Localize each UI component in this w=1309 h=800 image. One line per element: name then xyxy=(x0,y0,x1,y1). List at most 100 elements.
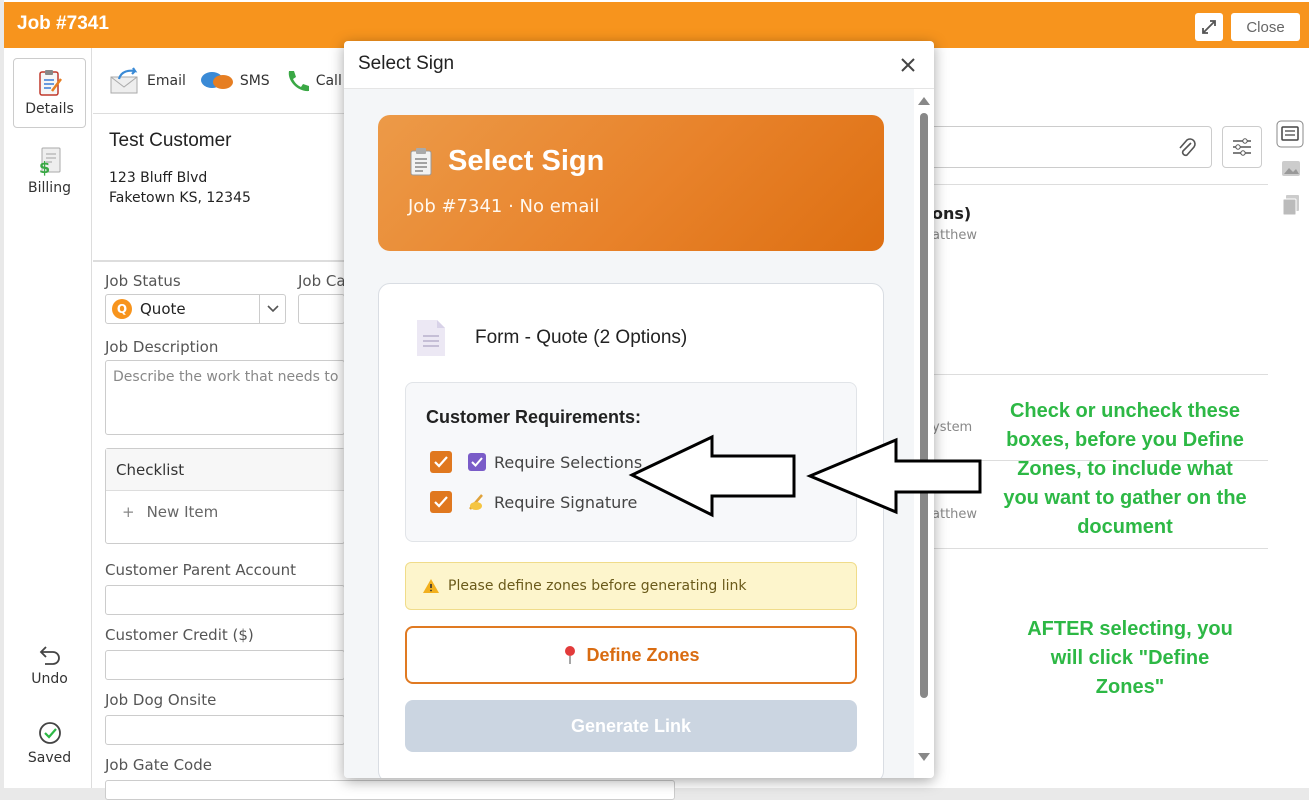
close-icon xyxy=(901,58,915,72)
undo-icon xyxy=(39,646,60,665)
call-button[interactable]: Call xyxy=(284,68,342,94)
customer-name: Test Customer xyxy=(109,130,232,151)
call-label: Call xyxy=(315,72,342,89)
document-icon xyxy=(417,320,445,356)
clipboard-icon xyxy=(38,70,62,96)
image-icon[interactable] xyxy=(1281,158,1301,178)
quote-badge: Q xyxy=(112,299,132,319)
annotation-note: AFTER selecting, you will click "Define … xyxy=(1027,618,1233,698)
modal-scrollbar[interactable] xyxy=(914,89,934,778)
warning-text: Please define zones before generating li… xyxy=(448,578,747,594)
sign-card: Form - Quote (2 Options) Customer Requir… xyxy=(378,283,884,778)
new-item-button[interactable]: + New Item xyxy=(106,491,344,533)
divider xyxy=(932,548,1268,549)
documents-icon[interactable] xyxy=(1281,194,1301,216)
note-author: ystem xyxy=(932,420,973,435)
scroll-thumb[interactable] xyxy=(920,113,928,698)
require-selections-label: Require Selections xyxy=(494,452,643,472)
sms-label: SMS xyxy=(239,72,270,89)
nav-billing[interactable]: $ Billing xyxy=(13,136,86,206)
job-dog-label: Job Dog Onsite xyxy=(105,691,217,709)
customer-credit-input[interactable] xyxy=(105,650,345,680)
expand-icon xyxy=(1202,20,1216,34)
writing-hand-icon xyxy=(468,493,486,511)
define-zones-label: Define Zones xyxy=(586,644,700,665)
define-zones-button[interactable]: Define Zones xyxy=(405,626,857,684)
note-author: atthew xyxy=(932,228,978,243)
nav-billing-label: Billing xyxy=(28,180,71,196)
notes-icon[interactable] xyxy=(1276,120,1304,148)
job-status-value: Quote xyxy=(140,300,186,318)
require-signature-row[interactable]: Require Signature xyxy=(426,482,836,522)
customer-credit-label: Customer Credit ($) xyxy=(105,626,254,644)
saved-check-icon xyxy=(38,722,61,744)
sms-button[interactable]: SMS xyxy=(200,69,270,93)
scroll-down-icon[interactable] xyxy=(918,753,930,761)
parent-account-label: Customer Parent Account xyxy=(105,561,296,579)
address-line1: 123 Bluff Blvd xyxy=(109,170,208,186)
sliders-icon xyxy=(1233,138,1251,156)
expand-button[interactable] xyxy=(1195,13,1223,41)
job-title: Job #7341 xyxy=(17,13,109,34)
customer-info: Test Customer 123 Bluff Blvd Faketown KS… xyxy=(93,114,345,262)
filter-button[interactable] xyxy=(1222,126,1262,168)
job-dog-input[interactable] xyxy=(105,715,345,745)
plus-icon: + xyxy=(122,503,135,521)
billing-icon: $ xyxy=(39,147,60,176)
email-icon xyxy=(110,66,138,93)
job-gate-label: Job Gate Code xyxy=(105,756,212,774)
checklist-title: Checklist xyxy=(106,449,344,491)
divider xyxy=(932,184,1268,185)
email-label: Email xyxy=(147,72,186,89)
generate-link-button[interactable]: Generate Link xyxy=(405,700,857,752)
contact-toolbar: Email SMS Call xyxy=(93,48,345,114)
nav-details[interactable]: Details xyxy=(13,58,86,128)
banner-subtitle: Job #7341 · No email xyxy=(408,196,600,217)
requirements-title: Customer Requirements: xyxy=(426,407,642,427)
parent-account-input[interactable] xyxy=(105,585,345,615)
job-category-select[interactable] xyxy=(298,294,345,324)
modal-body: Select Sign Job #7341 · No email Form - … xyxy=(344,89,914,778)
check-icon xyxy=(434,456,448,468)
saved-label: Saved xyxy=(27,750,72,766)
customer-requirements: Customer Requirements: Require Selection… xyxy=(405,382,857,542)
note-author: atthew xyxy=(932,507,978,522)
job-description-label: Job Description xyxy=(105,338,219,356)
attachment-icon[interactable] xyxy=(1177,136,1197,160)
sign-banner: Select Sign Job #7341 · No email xyxy=(378,115,884,251)
email-button[interactable]: Email xyxy=(109,66,186,95)
require-signature-checkbox[interactable] xyxy=(430,491,452,513)
undo-button[interactable]: Undo xyxy=(13,630,86,700)
check-icon xyxy=(434,496,448,508)
pin-icon xyxy=(565,646,576,664)
clipboard-icon xyxy=(410,147,432,175)
require-selections-checkbox[interactable] xyxy=(430,451,452,473)
phone-icon xyxy=(288,70,309,91)
scroll-up-icon[interactable] xyxy=(918,97,930,105)
undo-label: Undo xyxy=(31,671,68,687)
form-row: Form - Quote (2 Options) xyxy=(415,318,687,358)
zones-warning: Please define zones before generating li… xyxy=(405,562,857,610)
job-description-input[interactable]: Describe the work that needs to b xyxy=(105,360,345,435)
form-name: Form - Quote (2 Options) xyxy=(475,327,688,348)
divider xyxy=(932,374,1268,375)
select-sign-modal: Select Sign Select Sign Job #7341 · No e… xyxy=(344,41,934,778)
new-item-label: New Item xyxy=(146,503,219,521)
annotation-note: Check or uncheck these boxes, before you… xyxy=(1003,400,1247,538)
banner-title-text: Select Sign xyxy=(448,145,605,177)
nav-details-label: Details xyxy=(25,101,74,117)
notes-input[interactable] xyxy=(932,126,1212,168)
close-button[interactable]: Close xyxy=(1231,13,1300,41)
job-status-select[interactable]: Q Quote xyxy=(105,294,286,324)
checklist: Checklist + New Item xyxy=(105,448,345,544)
require-signature-label: Require Signature xyxy=(494,492,638,512)
left-nav: Details $ Billing Undo Saved xyxy=(4,48,92,788)
modal-close-button[interactable] xyxy=(896,53,920,77)
job-gate-input[interactable] xyxy=(105,780,675,800)
chevron-down-icon xyxy=(259,295,285,323)
banner-title: Select Sign xyxy=(408,145,854,178)
require-selections-row[interactable]: Require Selections xyxy=(426,442,836,482)
svg-text:$: $ xyxy=(39,158,50,176)
right-toolstrip xyxy=(1274,118,1306,228)
note-title: ons) xyxy=(932,204,972,223)
